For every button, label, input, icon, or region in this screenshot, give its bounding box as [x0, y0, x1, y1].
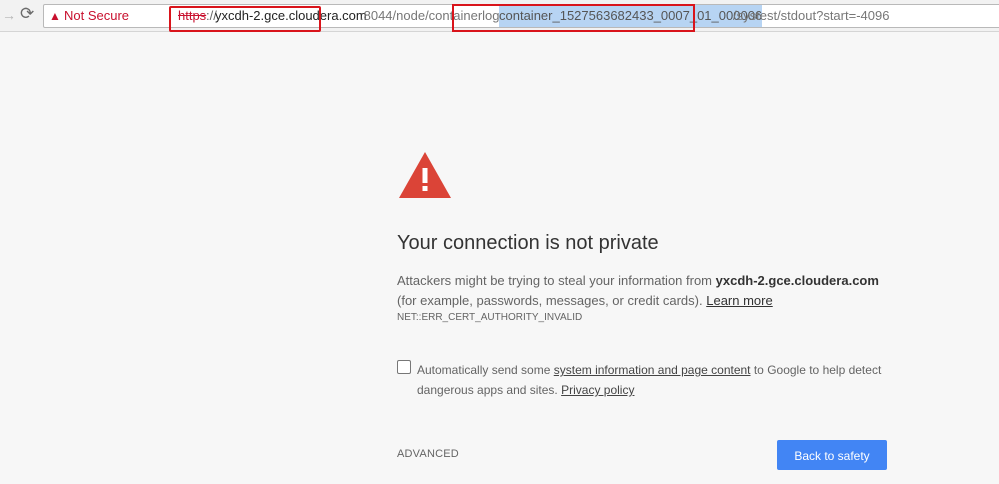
- back-to-safety-button[interactable]: Back to safety: [777, 440, 887, 470]
- message-suffix: (for example, passwords, messages, or cr…: [397, 293, 707, 308]
- warning-message: Attackers might be trying to steal your …: [397, 271, 897, 311]
- warning-triangle-icon: [399, 152, 451, 198]
- container-annotation-box: [452, 4, 695, 32]
- error-code: NET::ERR_CERT_AUTHORITY_INVALID: [397, 312, 583, 323]
- message-prefix: Attackers might be trying to steal your …: [397, 273, 716, 288]
- report-checkbox[interactable]: [397, 360, 411, 374]
- privacy-policy-link[interactable]: Privacy policy: [561, 383, 634, 397]
- learn-more-link[interactable]: Learn more: [706, 293, 772, 308]
- warning-icon[interactable]: ▲: [49, 5, 61, 27]
- browser-toolbar: → ⟳ ▲ Not Secure https :// yxcdh-2.gce.c…: [0, 0, 999, 32]
- page-title: Your connection is not private: [397, 232, 659, 254]
- not-secure-label[interactable]: Not Secure: [64, 5, 129, 27]
- url-path-tail: /systest/stdout?start=-4096: [733, 8, 890, 23]
- report-label: Automatically send some system informati…: [417, 360, 897, 400]
- advanced-button[interactable]: ADVANCED: [397, 448, 459, 460]
- reload-icon[interactable]: ⟳: [20, 4, 34, 24]
- forward-icon[interactable]: →: [2, 7, 16, 23]
- message-host: yxcdh-2.gce.cloudera.com: [715, 273, 879, 288]
- host-annotation-box: [169, 6, 321, 32]
- report-text-before: Automatically send some: [417, 363, 554, 377]
- system-info-link[interactable]: system information and page content: [554, 363, 751, 377]
